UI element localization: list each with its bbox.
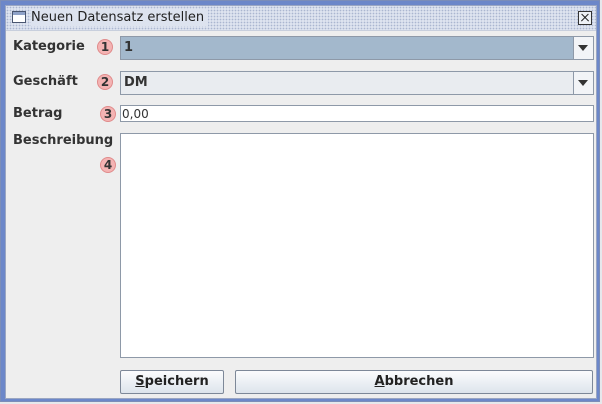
chevron-down-icon [578, 45, 588, 51]
geschaeft-dropdown[interactable]: DM [120, 71, 594, 95]
kategorie-label: Kategorie [13, 39, 85, 54]
window-icon [12, 11, 26, 23]
save-button-label: peichern [144, 374, 209, 389]
kategorie-dropdown[interactable]: 1 [120, 36, 594, 60]
save-button[interactable]: Speichern [120, 370, 224, 394]
dialog-window: Neuen Datensatz erstellen Kategorie 1 1 … [0, 0, 600, 402]
kategorie-value: 1 [124, 40, 134, 55]
kategorie-dropdown-button[interactable] [573, 37, 593, 59]
window-title: Neuen Datensatz erstellen [31, 9, 209, 26]
cancel-button-label: bbrechen [384, 374, 454, 389]
beschreibung-label: Beschreibung [13, 133, 114, 148]
cancel-button-mnemonic: A [374, 374, 385, 389]
betrag-label: Betrag [13, 106, 63, 121]
geschaeft-dropdown-button[interactable] [573, 72, 593, 94]
cancel-button[interactable]: Abbrechen [235, 370, 593, 394]
title-bar[interactable]: Neuen Datensatz erstellen [6, 6, 596, 31]
geschaeft-label: Geschäft [13, 74, 78, 89]
betrag-marker-badge: 3 [100, 106, 116, 122]
save-button-mnemonic: S [135, 374, 145, 389]
chevron-down-icon [578, 80, 588, 86]
close-icon[interactable] [578, 11, 592, 25]
kategorie-marker-badge: 1 [97, 39, 113, 55]
beschreibung-marker-badge: 4 [100, 157, 116, 173]
geschaeft-value: DM [124, 75, 148, 90]
beschreibung-textarea[interactable] [120, 133, 594, 358]
betrag-field[interactable] [120, 105, 594, 122]
dialog-content: Neuen Datensatz erstellen Kategorie 1 1 … [5, 5, 597, 399]
geschaeft-marker-badge: 2 [97, 74, 113, 90]
